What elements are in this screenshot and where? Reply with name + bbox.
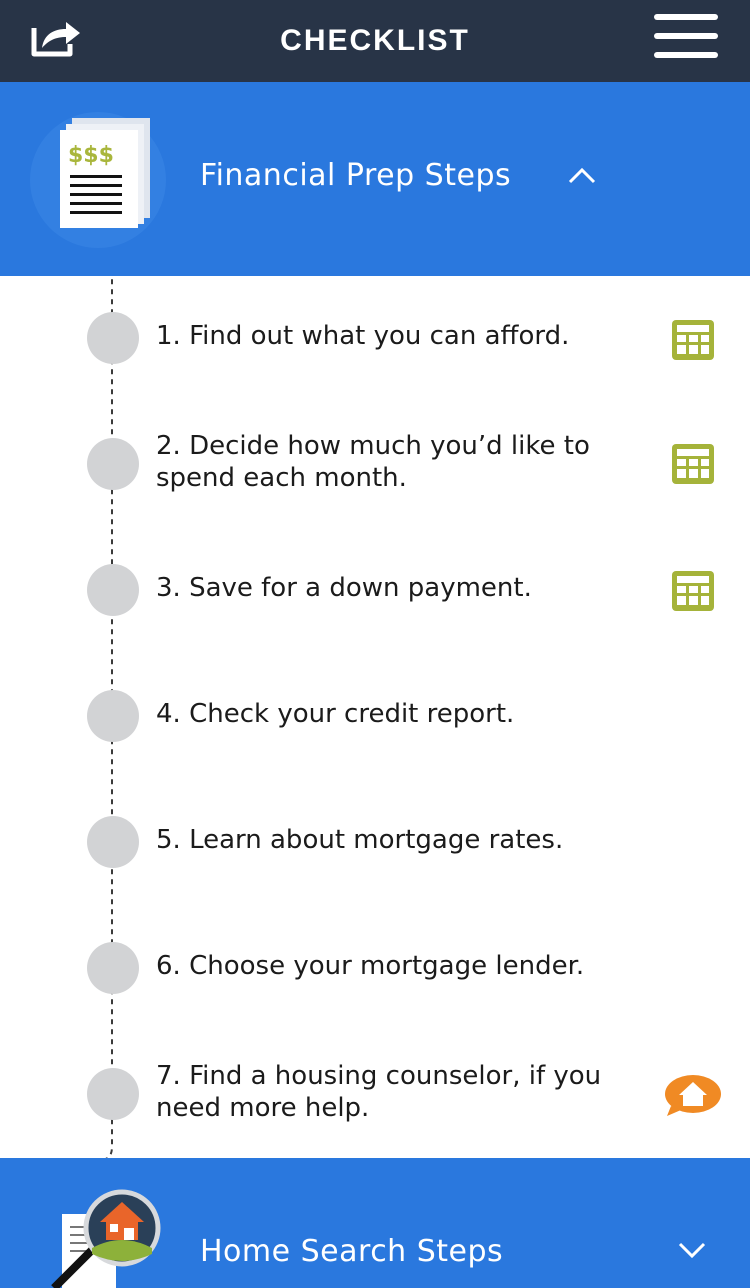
step-label: 3. Save for a down payment. [156,573,532,603]
magnifier-house-icon [51,1189,161,1288]
step-label: 7. Find a housing counselor, if you need… [156,1061,602,1123]
housing-counselor-icon[interactable] [663,1074,723,1118]
chevron-down-icon[interactable] [677,1240,707,1260]
step-bullet[interactable] [87,816,139,868]
dollar-document-icon: $$$ [30,112,166,248]
step-bullet[interactable] [87,312,139,364]
section-title: Home Search Steps [200,1234,504,1269]
step-label: 6. Choose your mortgage lender. [156,951,585,981]
hamburger-menu-icon[interactable] [654,14,720,60]
step-label: 4. Check your credit report. [156,699,515,729]
svg-text:$$$: $$$ [68,143,114,168]
section-title: Financial Prep Steps [200,158,512,193]
step-bullet[interactable] [87,690,139,742]
calculator-icon[interactable] [670,569,716,613]
step-bullet[interactable] [87,438,139,490]
calculator-icon[interactable] [670,318,716,362]
step-bullet[interactable] [87,564,139,616]
chevron-up-icon[interactable] [567,166,597,186]
step-label: 2. Decide how much you’d like to spend e… [156,431,590,493]
section-header-home-search[interactable]: Home Search Steps [0,1158,750,1288]
page-title: CHECKLIST [280,24,470,57]
step-label: 1. Find out what you can afford. [156,321,570,351]
step-label: 5. Learn about mortgage rates. [156,825,564,855]
calculator-icon[interactable] [670,442,716,486]
section-header-financial-prep[interactable]: $$$ Financial Prep Steps [0,82,750,276]
top-bar: CHECKLIST [0,0,750,82]
step-bullet[interactable] [87,1068,139,1120]
step-bullet[interactable] [87,942,139,994]
